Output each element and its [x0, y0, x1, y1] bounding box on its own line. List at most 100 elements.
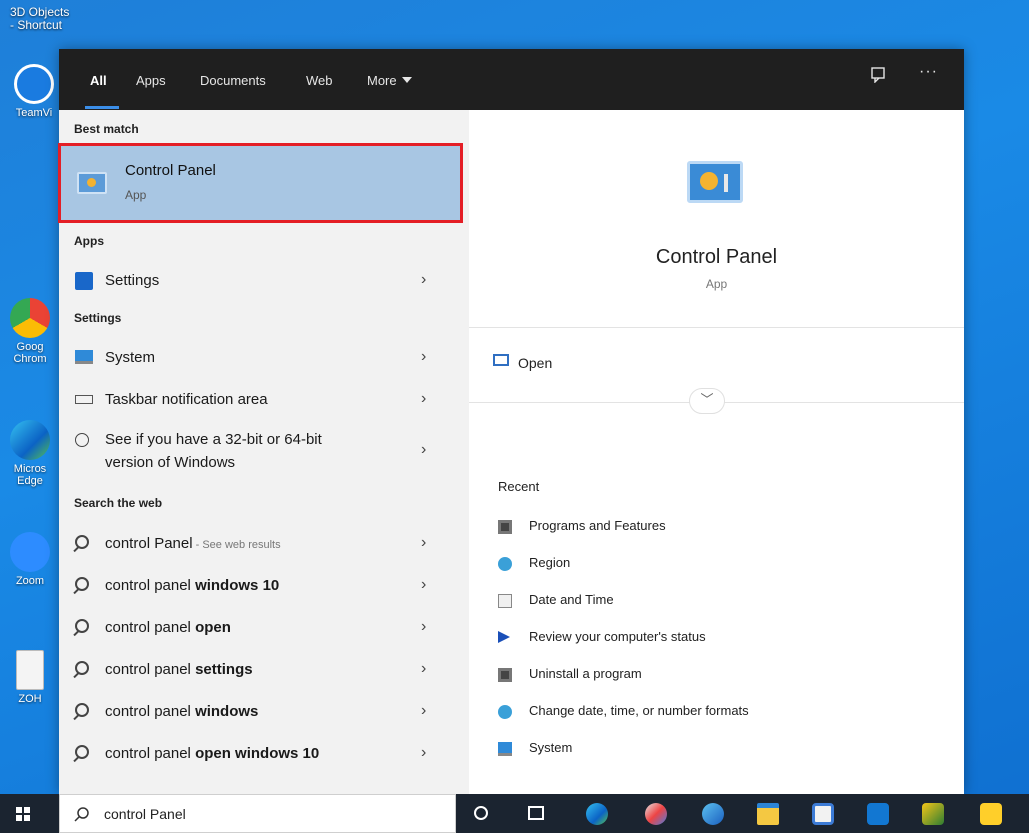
result-label-line1: See if you have a 32-bit or 64-bit [105, 431, 322, 448]
result-label: System [105, 349, 156, 366]
chevron-right-icon: › [421, 618, 427, 635]
divider [469, 327, 964, 328]
recent-heading: Recent [498, 479, 540, 494]
clock-icon [498, 594, 512, 608]
outlook-icon[interactable] [867, 803, 889, 825]
search-icon [75, 661, 89, 675]
web-suggestion-text: control panel open windows 10 [105, 745, 320, 762]
task-view-icon[interactable] [474, 806, 488, 820]
zoom-icon [10, 532, 50, 572]
gear-icon [75, 272, 93, 290]
zoho-desktop-icon[interactable]: ZOH [2, 650, 58, 705]
result-label-line2: version of Windows [105, 454, 236, 471]
result-settings-app[interactable]: Settings › [59, 269, 462, 295]
timeline-icon[interactable] [528, 806, 544, 820]
tab-apps[interactable]: Apps [136, 73, 166, 88]
preview-pane: Control Panel App Open ﹀ Recent Programs… [469, 110, 964, 794]
monitor-icon [75, 350, 93, 364]
start-button[interactable] [16, 807, 30, 821]
desktop-icon-label: ZOH [18, 693, 42, 705]
uninstall-icon [498, 668, 512, 682]
search-input-text: control Panel [104, 806, 186, 822]
web-suggestion-text: control Panel - See web results [105, 535, 281, 552]
see-web-results-hint: - See web results [192, 539, 281, 551]
more-options-icon[interactable]: ··· [919, 63, 938, 81]
document-icon [16, 650, 44, 690]
chevron-right-icon: › [421, 271, 427, 288]
tab-web[interactable]: Web [306, 73, 333, 88]
web-suggestion[interactable]: control panel open › [59, 615, 462, 643]
recent-item-label: Review your computer's status [529, 629, 706, 644]
file-explorer-icon[interactable] [757, 803, 779, 825]
control-panel-icon [77, 172, 107, 194]
tab-more[interactable]: More [367, 73, 412, 88]
flag-icon [498, 631, 510, 643]
edge-icon [10, 420, 50, 460]
search-icon [75, 619, 89, 633]
open-label: Open [518, 355, 553, 371]
recent-item-label: Date and Time [529, 592, 614, 607]
app-icon[interactable] [922, 803, 944, 825]
programs-icon [498, 520, 512, 534]
web-suggestion[interactable]: control Panel - See web results › [59, 531, 462, 559]
edge-icon[interactable] [586, 803, 608, 825]
best-match-subtitle: App [125, 188, 147, 202]
search-the-web-heading: Search the web [74, 496, 163, 510]
search-icon [75, 745, 89, 759]
tab-more-label: More [367, 73, 397, 88]
zoom-desktop-icon[interactable]: Zoom [2, 532, 58, 587]
search-tabs-bar: All Apps Documents Web More ··· [59, 49, 964, 110]
result-taskbar-notification-area[interactable]: Taskbar notification area › [59, 388, 462, 414]
chevron-right-icon: › [421, 576, 427, 593]
tab-all[interactable]: All [90, 73, 107, 88]
chrome-icon [10, 298, 50, 338]
chevron-right-icon: › [421, 348, 427, 365]
web-suggestion[interactable]: control panel windows 10 › [59, 573, 462, 601]
chevron-right-icon: › [421, 390, 427, 407]
tab-documents[interactable]: Documents [200, 73, 266, 88]
region-icon [498, 557, 512, 571]
paint-icon[interactable] [645, 803, 667, 825]
recent-item-label: Region [529, 555, 571, 570]
preview-subtitle: App [705, 277, 728, 291]
desktop-icon-label: Goog Chrom [13, 341, 47, 365]
desktop-icon-label: Zoom [15, 575, 45, 587]
feedback-icon[interactable] [871, 67, 887, 88]
best-match-heading: Best match [74, 122, 139, 136]
desktop-icon-label: TeamVi [15, 107, 53, 119]
best-match-control-panel[interactable]: Control Panel App [58, 143, 463, 223]
desktop-icon-label-3d-objects[interactable]: 3D Objects - Shortcut [10, 6, 70, 32]
web-suggestion[interactable]: control panel open windows 10 › [59, 741, 462, 769]
result-32-or-64-bit[interactable]: See if you have a 32-bit or 64-bit versi… [59, 429, 462, 475]
taskbar-icon [75, 395, 93, 404]
best-match-title: Control Panel [125, 162, 216, 179]
chrome-desktop-icon[interactable]: Goog Chrom [2, 298, 58, 365]
chevron-right-icon: › [421, 744, 427, 761]
search-icon [75, 703, 89, 717]
recent-item-label: Uninstall a program [529, 666, 642, 681]
chevron-right-icon: › [421, 660, 427, 677]
result-label: Taskbar notification area [105, 391, 268, 408]
result-system[interactable]: System › [59, 346, 462, 372]
result-label: Settings [105, 272, 160, 289]
desktop-icon-label: Micros Edge [13, 463, 47, 487]
chevron-right-icon: › [421, 534, 427, 551]
chevron-right-icon: › [421, 702, 427, 719]
web-suggestion[interactable]: control panel settings › [59, 657, 462, 685]
store-icon[interactable] [812, 803, 834, 825]
monitor-icon [498, 742, 512, 756]
expand-chevron-button[interactable]: ﹀ [689, 388, 725, 414]
taskbar-search-box[interactable]: control Panel [59, 794, 456, 833]
recent-item-label: System [529, 740, 573, 755]
taskbar: control Panel [0, 794, 1029, 833]
web-suggestion-text: control panel settings [105, 661, 253, 678]
edge-desktop-icon[interactable]: Micros Edge [2, 420, 58, 487]
recent-item-label: Programs and Features [529, 518, 666, 533]
sticky-notes-icon[interactable] [980, 803, 1002, 825]
teamviewer-desktop-icon[interactable]: TeamVi [4, 64, 64, 119]
info-icon [75, 433, 89, 447]
web-suggestion[interactable]: control panel windows › [59, 699, 462, 727]
apps-heading: Apps [74, 234, 104, 248]
browser-icon[interactable] [702, 803, 724, 825]
active-tab-indicator [85, 106, 119, 109]
